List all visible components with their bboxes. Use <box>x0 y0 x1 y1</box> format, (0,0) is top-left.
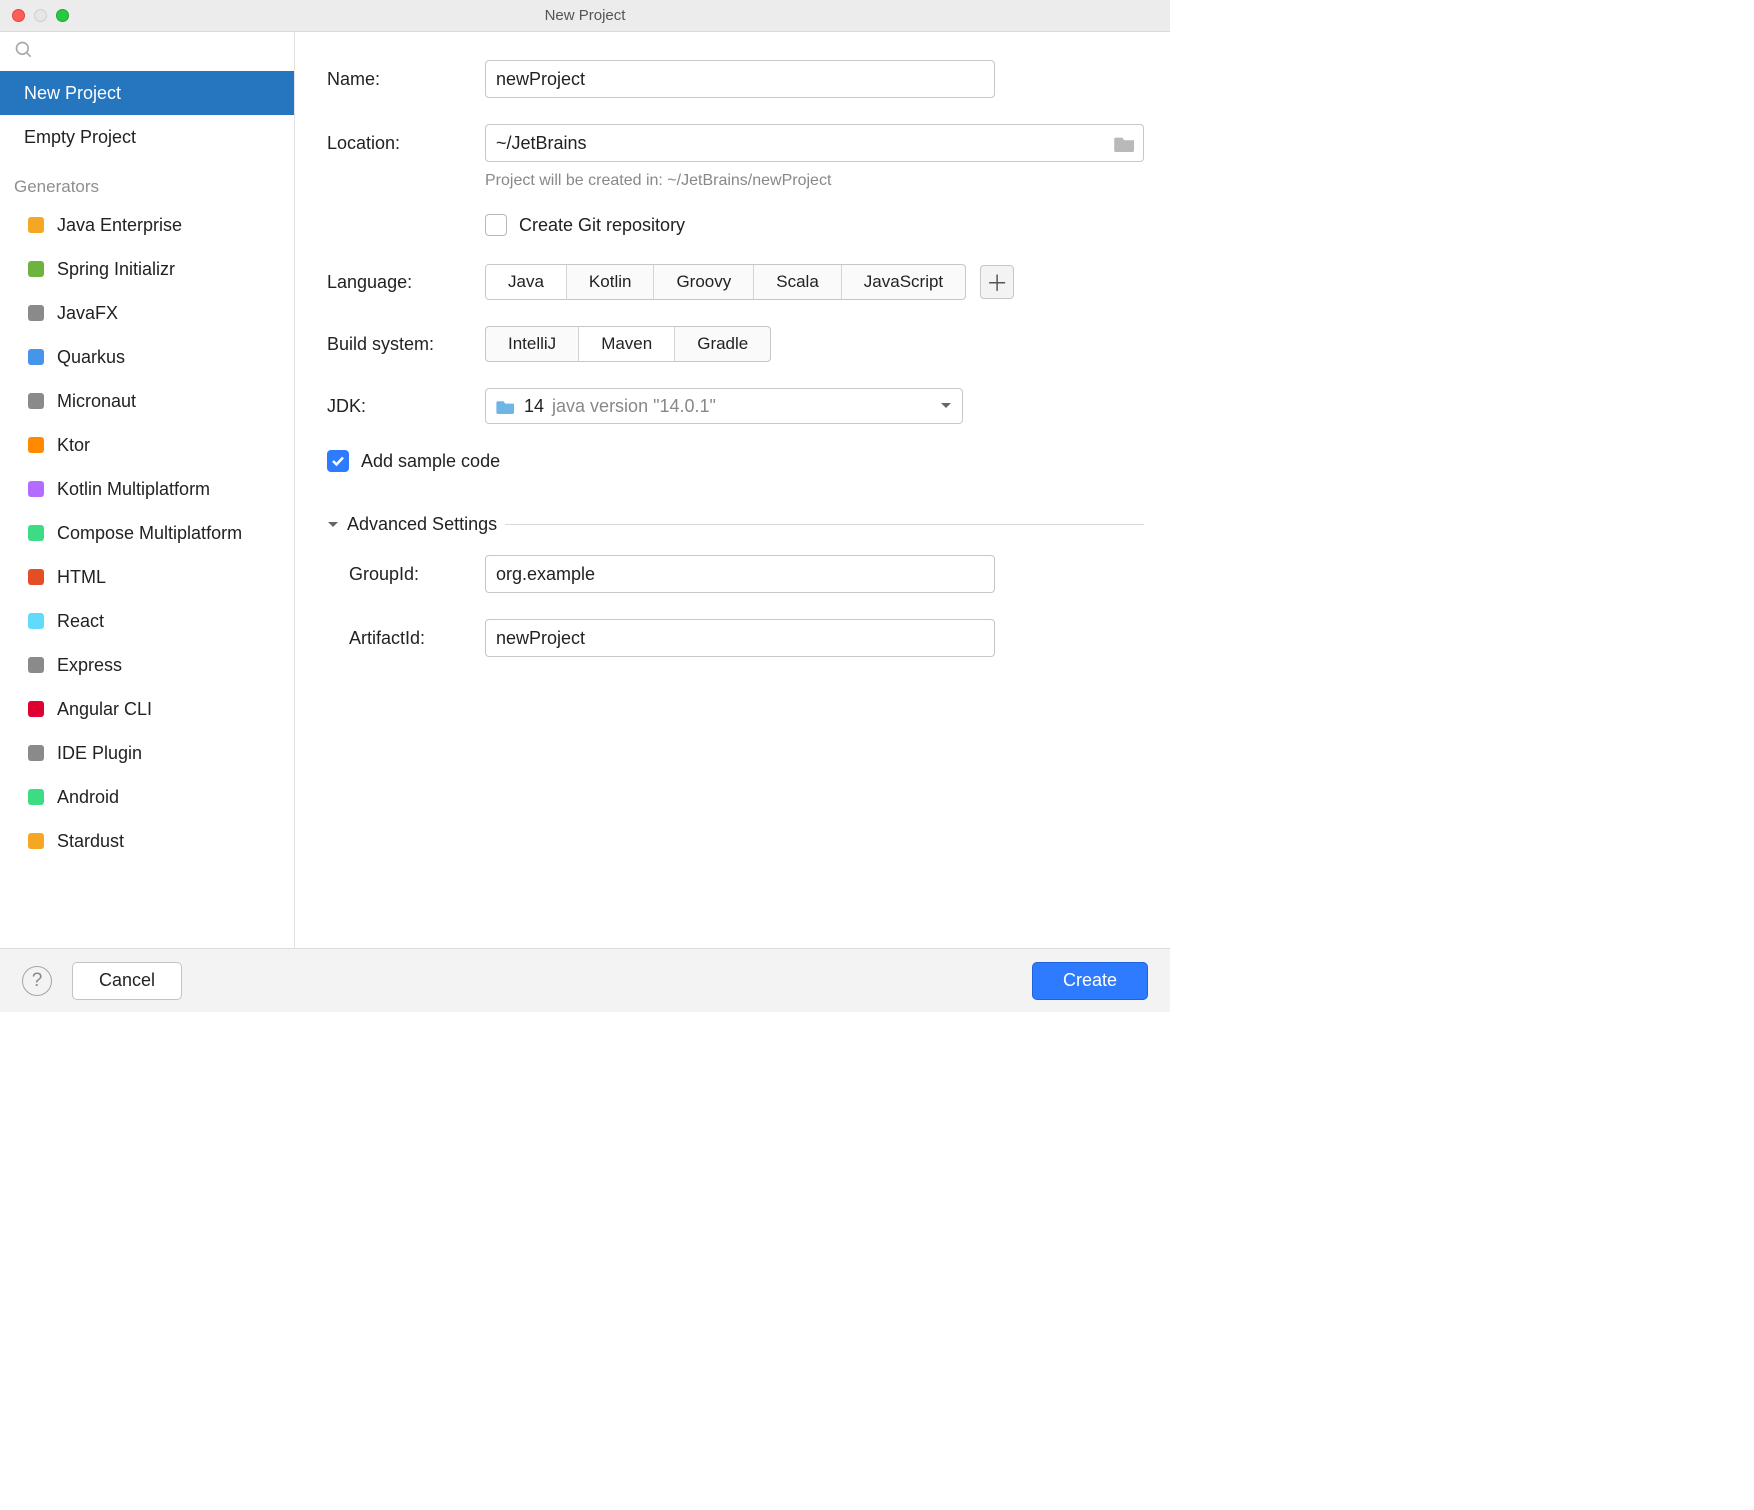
sidebar-list: New Project Empty Project Generators Jav… <box>0 71 294 948</box>
kotlin-icon <box>24 478 47 501</box>
sidebar-item-label: Compose Multiplatform <box>57 523 242 544</box>
artifactid-label: ArtifactId: <box>327 628 485 649</box>
create-button[interactable]: Create <box>1032 962 1148 1000</box>
sidebar-generator-item[interactable]: JavaFX <box>0 291 294 335</box>
chevron-down-icon <box>940 402 952 410</box>
build-option[interactable]: Maven <box>578 327 674 361</box>
sidebar-item-label: Stardust <box>57 831 124 852</box>
create-git-label: Create Git repository <box>519 215 685 236</box>
language-option[interactable]: Groovy <box>653 265 753 299</box>
chevron-down-icon <box>327 520 339 530</box>
window-title: New Project <box>0 7 1170 24</box>
sidebar-generator-item[interactable]: Angular CLI <box>0 687 294 731</box>
sidebar-item-new-project[interactable]: New Project <box>0 71 294 115</box>
sidebar-item-label: HTML <box>57 567 106 588</box>
sidebar-generator-item[interactable]: Quarkus <box>0 335 294 379</box>
sidebar-item-label: New Project <box>24 83 121 104</box>
sidebar-generator-item[interactable]: Ktor <box>0 423 294 467</box>
jdk-label: JDK: <box>327 396 485 417</box>
jdk-detail: java version "14.0.1" <box>552 396 716 417</box>
create-git-checkbox[interactable] <box>485 214 507 236</box>
sidebar-generator-item[interactable]: IDE Plugin <box>0 731 294 775</box>
react-icon <box>24 610 47 633</box>
sidebar-item-label: Ktor <box>57 435 90 456</box>
groupid-input[interactable] <box>485 555 995 593</box>
name-label: Name: <box>327 69 485 90</box>
main-panel: Name: Location: Project will be created … <box>295 32 1170 948</box>
sidebar-generator-item[interactable]: React <box>0 599 294 643</box>
sidebar-generator-item[interactable]: Stardust <box>0 819 294 863</box>
advanced-settings-label: Advanced Settings <box>347 514 497 535</box>
express-icon <box>24 654 47 677</box>
ide-plugin-icon <box>24 742 47 765</box>
html-icon <box>24 566 47 589</box>
groupid-label: GroupId: <box>327 564 485 585</box>
spring-icon <box>24 258 47 281</box>
browse-folder-icon[interactable] <box>1114 134 1136 152</box>
sidebar-generator-item[interactable]: Kotlin Multiplatform <box>0 467 294 511</box>
quarkus-icon <box>24 346 47 369</box>
title-bar: New Project <box>0 0 1170 32</box>
stardust-icon <box>24 830 47 853</box>
name-input[interactable] <box>485 60 995 98</box>
sidebar-generator-item[interactable]: Micronaut <box>0 379 294 423</box>
sidebar-item-label: Empty Project <box>24 127 136 148</box>
add-sample-code-label: Add sample code <box>361 451 500 472</box>
advanced-settings-toggle[interactable]: Advanced Settings <box>327 514 1144 535</box>
micronaut-icon <box>24 390 47 413</box>
sidebar-item-label: IDE Plugin <box>57 743 142 764</box>
jdk-combobox[interactable]: 14 java version "14.0.1" <box>485 388 963 424</box>
sidebar: New Project Empty Project Generators Jav… <box>0 32 295 948</box>
sidebar-item-label: Android <box>57 787 119 808</box>
java-enterprise-icon <box>24 214 47 237</box>
sidebar-item-label: Express <box>57 655 122 676</box>
add-sample-code-checkbox[interactable] <box>327 450 349 472</box>
sidebar-generator-item[interactable]: HTML <box>0 555 294 599</box>
sidebar-item-label: Quarkus <box>57 347 125 368</box>
location-hint: Project will be created in: ~/JetBrains/… <box>485 172 1144 190</box>
sidebar-item-label: React <box>57 611 104 632</box>
build-system-segmented: IntelliJMavenGradle <box>485 326 771 362</box>
jdk-value: 14 <box>524 396 544 417</box>
compose-icon <box>24 522 47 545</box>
sidebar-generator-item[interactable]: Android <box>0 775 294 819</box>
sidebar-generator-item[interactable]: Spring Initializr <box>0 247 294 291</box>
language-option[interactable]: Java <box>486 265 566 299</box>
language-option[interactable]: Kotlin <box>566 265 654 299</box>
location-label: Location: <box>327 133 485 154</box>
sidebar-generator-item[interactable]: Express <box>0 643 294 687</box>
sidebar-generator-item[interactable]: Java Enterprise <box>0 203 294 247</box>
ktor-icon <box>24 434 47 457</box>
sidebar-item-label: Kotlin Multiplatform <box>57 479 210 500</box>
sidebar-item-label: Spring Initializr <box>57 259 175 280</box>
sidebar-item-label: Java Enterprise <box>57 215 182 236</box>
sidebar-group-generators: Generators <box>0 159 294 203</box>
search-icon <box>14 40 34 60</box>
add-language-button[interactable]: ＋ <box>980 265 1014 299</box>
build-system-label: Build system: <box>327 334 485 355</box>
sidebar-generator-item[interactable]: Compose Multiplatform <box>0 511 294 555</box>
sidebar-item-label: Angular CLI <box>57 699 152 720</box>
sidebar-item-empty-project[interactable]: Empty Project <box>0 115 294 159</box>
language-option[interactable]: JavaScript <box>841 265 965 299</box>
cancel-button[interactable]: Cancel <box>72 962 182 1000</box>
build-option[interactable]: Gradle <box>674 327 770 361</box>
javafx-icon <box>24 302 47 325</box>
dialog-footer: ? Cancel Create <box>0 948 1170 1012</box>
location-input[interactable] <box>485 124 1144 162</box>
android-icon <box>24 786 47 809</box>
jdk-folder-icon <box>496 398 516 414</box>
sidebar-item-label: Micronaut <box>57 391 136 412</box>
sidebar-item-label: JavaFX <box>57 303 118 324</box>
language-option[interactable]: Scala <box>753 265 841 299</box>
angular-icon <box>24 698 47 721</box>
sidebar-search[interactable] <box>0 32 294 71</box>
artifactid-input[interactable] <box>485 619 995 657</box>
language-label: Language: <box>327 272 485 293</box>
help-button[interactable]: ? <box>22 966 52 996</box>
build-option[interactable]: IntelliJ <box>486 327 578 361</box>
language-segmented: JavaKotlinGroovyScalaJavaScript <box>485 264 966 300</box>
